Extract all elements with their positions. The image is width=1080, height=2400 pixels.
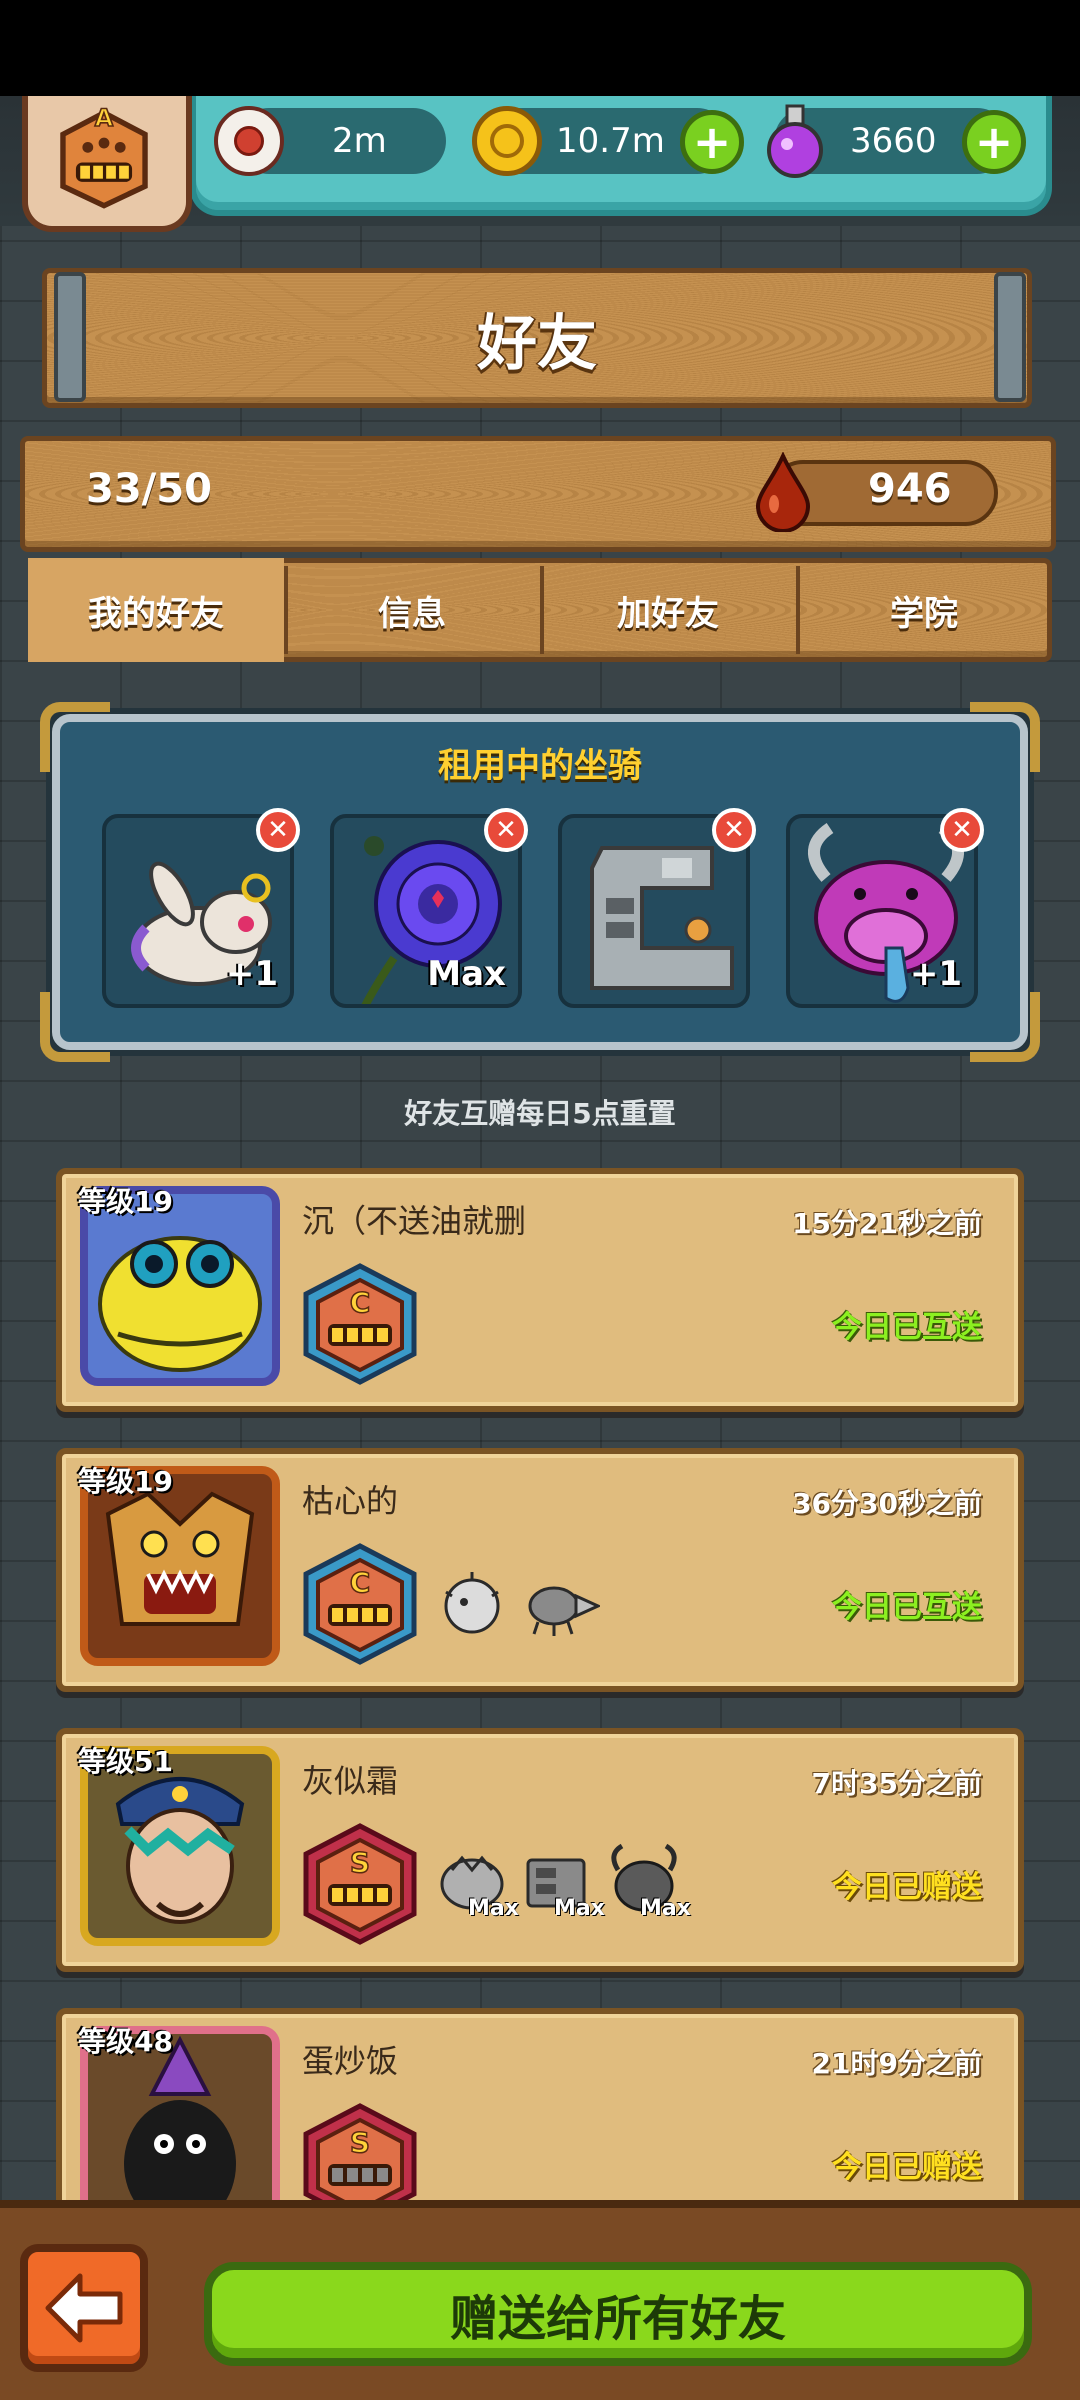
friend-name: 沉（不送油就删 [302,1202,527,1240]
mount-max-tag: Max [640,1896,691,1921]
add-coin-button[interactable]: + [680,110,744,174]
shadow-party-avatar-icon [124,2035,236,2218]
remove-mount-button[interactable]: ✕ [256,808,300,852]
remove-mount-button[interactable]: ✕ [484,808,528,852]
arrow-left-icon [45,2273,123,2343]
friend-level: 等级51 [78,1745,173,1778]
friend-name: 蛋炒饭 [302,2042,399,2080]
eye-value: 2m [332,121,387,161]
blood-drop-icon [755,452,811,532]
eyeball-icon [214,106,284,176]
add-potion-button[interactable]: + [962,110,1026,174]
friend-name: 灰似霜 [302,1762,399,1800]
blood-value: 946 [868,466,952,512]
friend-level: 等级19 [78,1465,173,1498]
mount-max-tag: Max [554,1896,605,1921]
rank-letter: S [350,2126,370,2159]
friend-name: 枯心的 [302,1482,399,1520]
gift-status: 今日已互送 [832,1310,982,1345]
tab-messages[interactable]: 信息 [284,558,540,662]
tab-academy[interactable]: 学院 [796,558,1052,662]
friend-last-seen: 15分21秒之前 [792,1207,982,1240]
gift-status: 今日已互送 [832,1590,982,1625]
potion-icon [767,104,823,178]
remove-mount-button[interactable]: ✕ [712,808,756,852]
reset-note: 好友互赠每日5点重置 [404,1097,676,1130]
tab-my-friends[interactable]: 我的好友 [28,558,284,662]
slot-tag: Max [427,954,506,994]
yellow-frog-avatar-icon [98,1236,262,1372]
rented-mounts-title: 租用中的坐骑 [438,746,642,786]
rank-letter: C [350,1286,371,1319]
slot-tag: +1 [909,954,962,994]
rank-c-badge-icon: C [303,1263,417,1385]
tab-add-friend[interactable]: 加好友 [540,558,796,662]
rank-letter: C [350,1566,371,1599]
status-bar [0,0,1080,96]
friend-count: 33/50 [86,466,212,512]
rank-letter: S [350,1846,370,1879]
rank-letter: A [95,104,114,132]
coin-icon [472,106,542,176]
friend-last-seen: 7时35分之前 [811,1767,982,1800]
monster-face-icon: A [60,103,148,209]
gift-status: 今日已赠送 [832,2150,982,2185]
friend-level: 等级19 [78,1185,173,1218]
slot-tag: +1 [225,954,278,994]
panel-corner [40,992,110,1062]
mount-max-tag: Max [468,1896,519,1921]
friend-last-seen: 36分30秒之前 [792,1487,982,1520]
potion-value: 3660 [850,121,937,161]
panel-corner [970,992,1040,1062]
dragon-avatar-icon [105,1491,255,1626]
back-button[interactable] [20,2244,148,2372]
remove-mount-button[interactable]: ✕ [940,808,984,852]
rank-s-badge-icon: S [303,1823,417,1945]
coin-value: 10.7m [556,121,665,161]
friend-level: 等级48 [78,2025,173,2058]
captain-avatar-icon [115,1777,245,1924]
page-title: 好友 [477,308,597,379]
friend-last-seen: 21时9分之前 [811,2047,982,2080]
rank-c-badge-icon: C [303,1543,417,1665]
gift-all-friends-button[interactable]: 赠送给所有好友 [204,2262,1032,2366]
gift-status: 今日已赠送 [832,1870,982,1905]
drill-mount-icon [528,1586,600,1636]
pufferfish-mount-icon [444,1572,500,1634]
